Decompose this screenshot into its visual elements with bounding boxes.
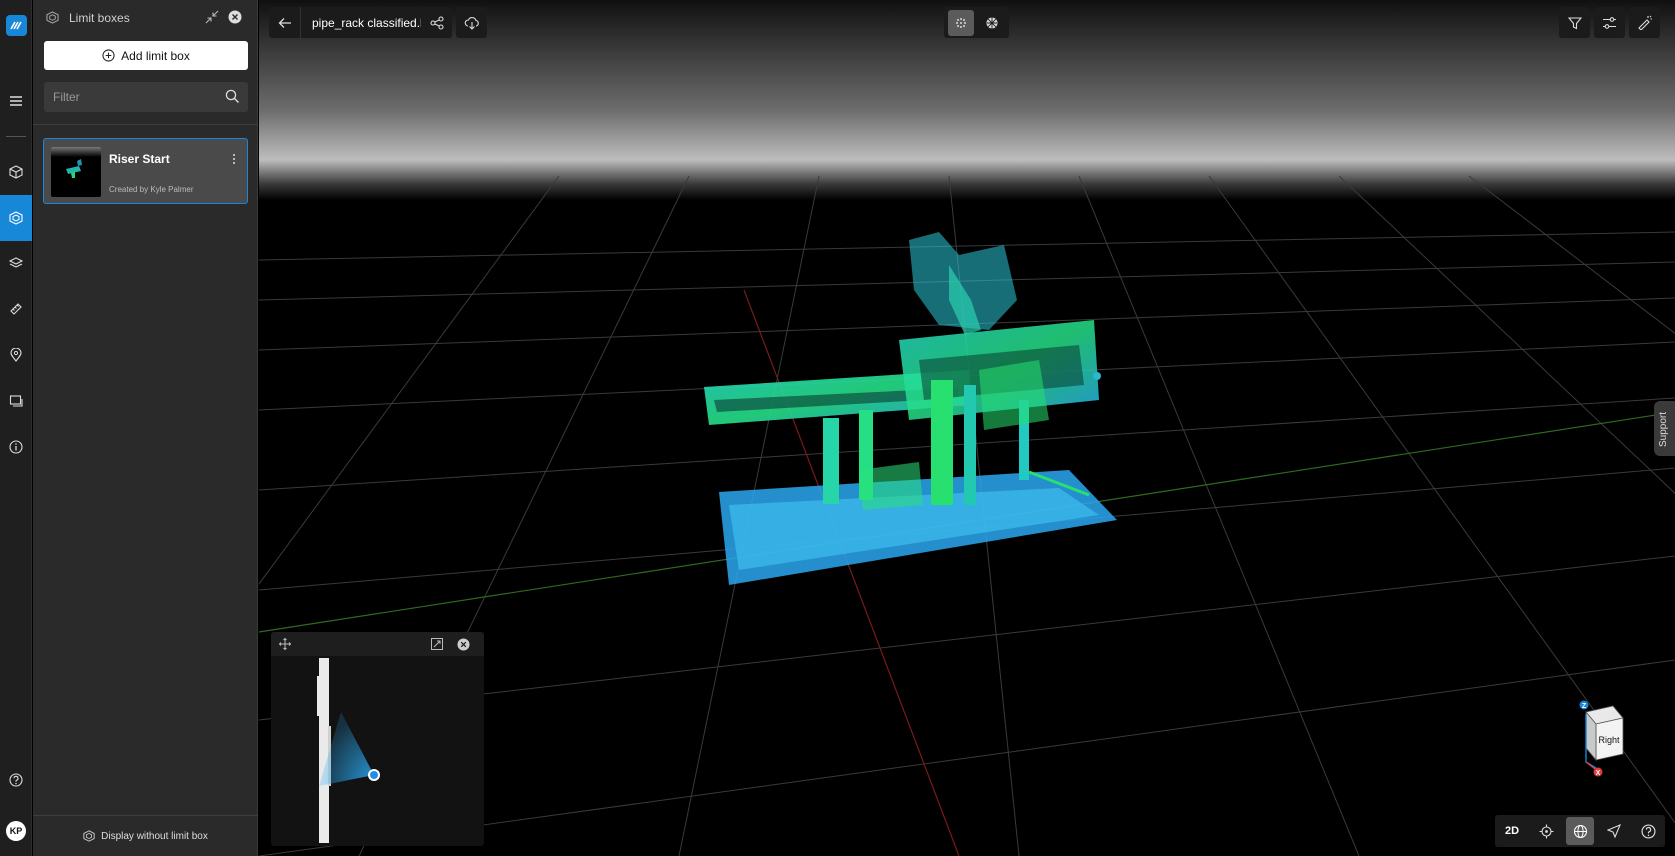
limit-box-icon [83,830,95,842]
funnel-icon[interactable] [1559,7,1590,38]
render-mode-toggle [944,7,1009,38]
limit-box-icon [44,9,60,25]
globe-icon[interactable] [1566,817,1594,845]
x-axis-line [1585,761,1596,770]
z-axis-label: Z [1582,703,1587,710]
location-pin-icon[interactable] [0,332,32,378]
2d-mode-button[interactable]: 2D [1495,815,1529,847]
share-button[interactable] [421,7,452,38]
collapse-icon[interactable] [204,9,220,25]
limit-box-name: Riser Start [109,152,170,166]
left-rail: KP [0,0,32,856]
share-icon[interactable] [421,7,452,38]
point-cloud-mode-icon[interactable] [948,9,974,36]
minimap-header [271,632,484,656]
help-icon[interactable] [1631,815,1665,847]
help-icon[interactable] [0,757,32,803]
measure-icon[interactable] [0,286,32,332]
navigation-cube[interactable]: Right Z X [1561,698,1631,778]
crosshair-icon[interactable] [1529,815,1563,847]
display-without-limit-box-label: Display without limit box [101,830,208,842]
plus-circle-icon [102,49,115,62]
limit-box-creator: Created by Kyle Palmer [109,185,194,194]
limit-box-icon[interactable] [0,195,32,241]
filter-button[interactable] [1559,7,1590,38]
support-label: Support [1658,411,1669,447]
settings-button[interactable] [1594,7,1625,38]
close-icon[interactable] [227,9,243,25]
navigate-icon[interactable] [1597,815,1631,847]
navcube-face-label: Right [1598,735,1620,745]
add-limit-box-label: Add limit box [121,48,190,63]
back-arrow-icon[interactable] [269,7,300,38]
search-icon[interactable] [225,89,240,104]
panel-header: Limit boxes [33,0,258,34]
minimap[interactable] [271,632,484,846]
cube-icon[interactable] [0,149,32,195]
panel-title: Limit boxes [69,11,130,25]
more-options-icon[interactable] [228,151,240,167]
move-icon[interactable] [277,636,293,652]
support-tab[interactable]: Support [1654,401,1675,456]
add-limit-box-button[interactable]: Add limit box [44,41,248,70]
sliders-icon[interactable] [1594,7,1625,38]
filter-field [44,82,248,112]
view-tools: 2D [1495,815,1665,847]
avatar[interactable]: KP [6,821,26,841]
display-without-limit-box-button[interactable]: Display without limit box [33,815,258,856]
limit-boxes-panel: Limit boxes Add limit box Riser Start Cr… [33,0,258,856]
limit-box-thumbnail [51,147,101,197]
point-cloud-model[interactable] [704,232,1117,585]
close-icon[interactable] [455,636,471,652]
minimap-view[interactable] [271,656,484,846]
views-icon[interactable] [0,378,32,424]
app-logo-icon[interactable] [6,15,27,36]
info-icon[interactable] [0,424,32,470]
magic-wand-icon[interactable] [1629,7,1660,38]
rail-divider [6,136,26,137]
layers-icon[interactable] [0,240,32,286]
mesh-mode-icon[interactable] [976,7,1007,38]
cloud-download-icon[interactable] [456,7,487,38]
download-button[interactable] [456,7,487,38]
panel-divider [33,124,258,125]
filter-input[interactable] [44,82,214,112]
x-axis-label: X [1596,770,1601,777]
expand-icon[interactable] [429,636,445,652]
3d-viewport[interactable]: pipe_rack classified.lgsx Support Right … [259,0,1675,856]
limit-box-item[interactable]: Riser Start Created by Kyle Palmer [43,138,248,204]
menu-icon[interactable] [0,78,32,124]
edit-tools-button[interactable] [1629,7,1660,38]
